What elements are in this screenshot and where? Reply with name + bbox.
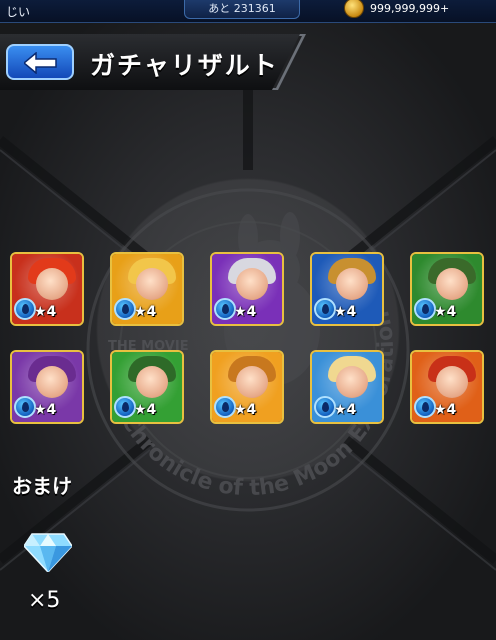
bonus-count: ×5 (28, 588, 61, 613)
monster-card[interactable]: ★4 (110, 350, 184, 424)
water-element-icon (414, 396, 436, 418)
monster-face (336, 268, 368, 300)
rarity-label: ★4 (34, 402, 57, 418)
monster-face (136, 268, 168, 300)
bonus-label: おまけ (12, 474, 72, 498)
remaining-counter: あと 231361 (184, 0, 300, 19)
water-element-icon (214, 298, 236, 320)
water-element-icon (314, 396, 336, 418)
rarity-label: ★4 (434, 304, 457, 320)
monster-card[interactable]: ★4 (110, 252, 184, 326)
rarity-label: ★4 (434, 402, 457, 418)
rarity-label: ★4 (234, 304, 257, 320)
diamond-icon (24, 533, 72, 572)
title-bar: ガチャリザルト (0, 34, 306, 90)
monster-face (436, 268, 468, 300)
coin-icon (344, 0, 364, 18)
page-title: ガチャリザルト (90, 51, 279, 80)
rarity-label: ★4 (134, 304, 157, 320)
rarity-label: ★4 (334, 304, 357, 320)
water-element-icon (114, 396, 136, 418)
monster-card[interactable]: ★4 (10, 252, 84, 326)
monster-face (36, 268, 68, 300)
status-bar: じい あと 231361 999,999,999+ (0, 0, 496, 23)
rarity-label: ★4 (334, 402, 357, 418)
rarity-label: ★4 (34, 304, 57, 320)
monster-card[interactable]: ★4 (210, 350, 284, 424)
rarity-label: ★4 (234, 402, 257, 418)
water-element-icon (314, 298, 336, 320)
water-element-icon (14, 298, 36, 320)
rarity-label: ★4 (134, 402, 157, 418)
monster-card[interactable]: ★4 (410, 350, 484, 424)
monster-card[interactable]: ★4 (410, 252, 484, 326)
monster-card[interactable]: ★4 (10, 350, 84, 424)
water-element-icon (14, 396, 36, 418)
coin-balance: 999,999,999+ (344, 0, 496, 18)
monster-card[interactable]: ★4 (310, 350, 384, 424)
back-arrow-icon (24, 52, 57, 74)
back-button[interactable] (6, 44, 74, 80)
monster-face (136, 366, 168, 398)
coin-amount: 999,999,999+ (370, 2, 450, 15)
water-element-icon (214, 396, 236, 418)
monster-face (236, 268, 268, 300)
water-element-icon (114, 298, 136, 320)
monster-card[interactable]: ★4 (210, 252, 284, 326)
user-name: じい (6, 5, 31, 19)
monster-face (36, 366, 68, 398)
monster-face (436, 366, 468, 398)
monster-card[interactable]: ★4 (310, 252, 384, 326)
monster-face (336, 366, 368, 398)
water-element-icon (414, 298, 436, 320)
monster-face (236, 366, 268, 398)
